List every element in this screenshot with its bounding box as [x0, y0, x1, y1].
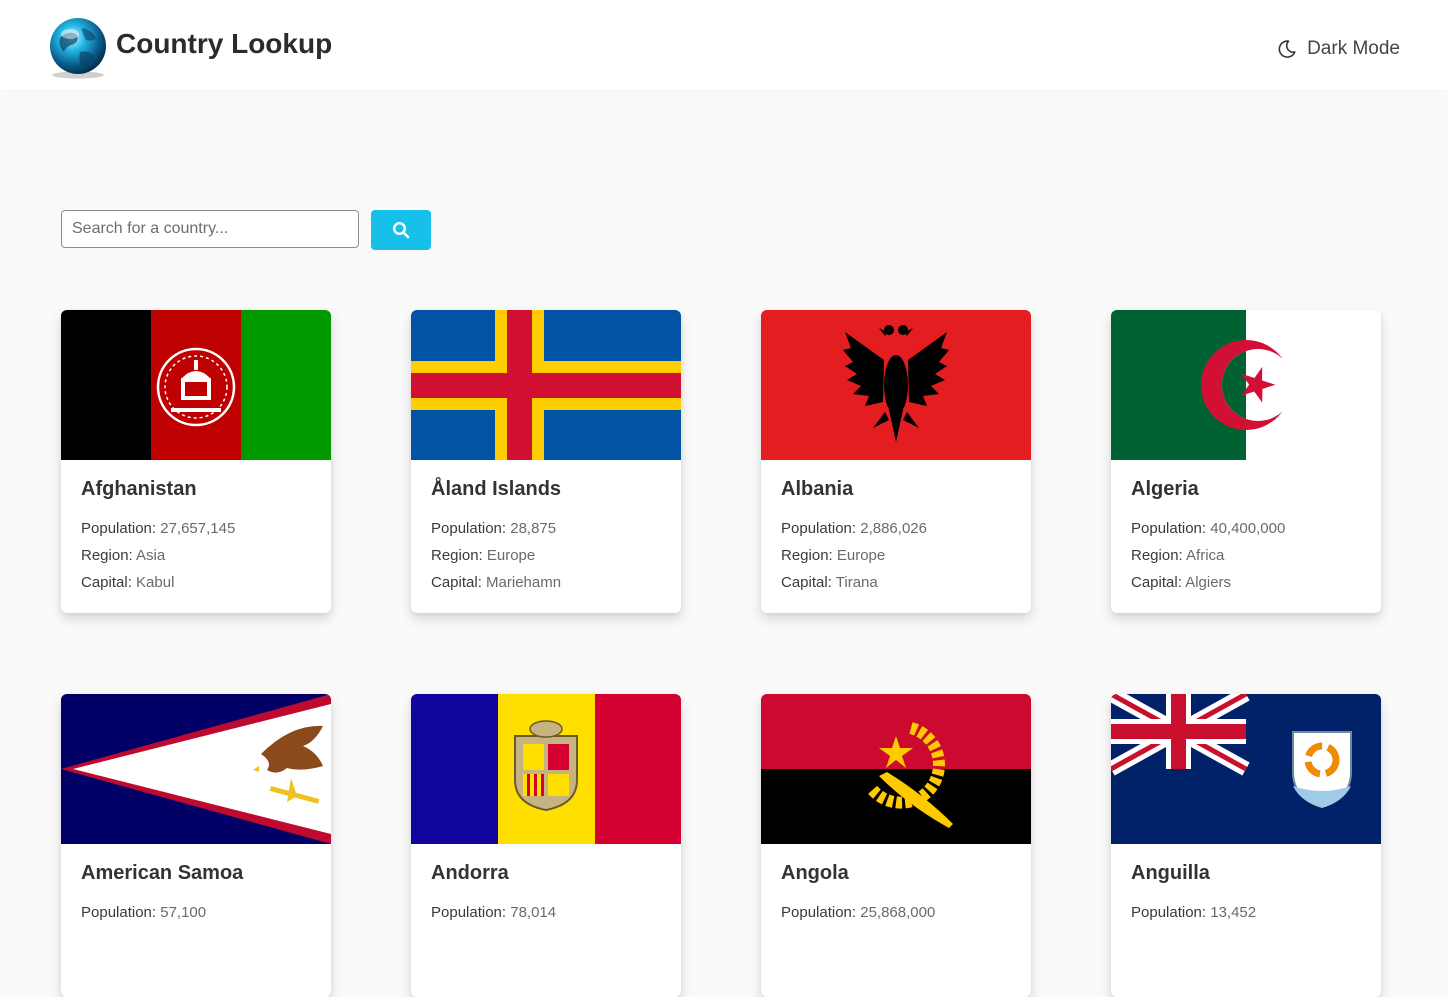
dark-mode-label: Dark Mode — [1307, 38, 1400, 59]
region-label: Region: — [431, 547, 483, 564]
capital-label: Capital: — [781, 574, 832, 591]
population-value: 78,014 — [510, 904, 557, 921]
population-label: Population: — [81, 520, 157, 537]
country-name: Afghanistan — [81, 478, 197, 500]
region-label: Region: — [81, 547, 133, 564]
population-label: Population: — [1131, 520, 1207, 537]
population-label: Population: — [81, 904, 157, 921]
population-label: Population: — [781, 904, 857, 921]
region-label: Region: — [781, 547, 833, 564]
region-value: Europe — [836, 547, 886, 564]
population-value: 13,452 — [1210, 904, 1257, 921]
population-row: Population: 25,868,000 — [781, 899, 1011, 926]
region-value: Europe — [486, 547, 536, 564]
population-value: 2,886,026 — [860, 520, 927, 537]
search-button[interactable] — [371, 210, 431, 250]
algeria-flag-image — [1111, 310, 1381, 460]
moon-icon — [1278, 40, 1296, 58]
dark-mode-toggle[interactable]: Dark Mode — [1277, 36, 1400, 62]
capital-label: Capital: — [1131, 574, 1182, 591]
andorra-flag-image — [411, 694, 681, 844]
capital-value: Kabul — [136, 574, 175, 591]
country-card-american-samoa[interactable]: American Samoa Population: 57,100 — [61, 694, 331, 997]
country-name: Anguilla — [1131, 862, 1210, 884]
capital-row: Capital: Algiers — [1131, 569, 1361, 596]
population-value: 57,100 — [160, 904, 207, 921]
capital-value: Mariehamn — [486, 574, 562, 591]
capital-label: Capital: — [81, 574, 132, 591]
population-value: 40,400,000 — [1210, 520, 1286, 537]
capital-value: Tirana — [835, 574, 878, 591]
capital-row: Capital: Kabul — [81, 569, 311, 596]
country-name: American Samoa — [81, 862, 244, 884]
region-row: Region: Asia — [81, 542, 311, 569]
region-row: Region: Europe — [431, 542, 661, 569]
albania-flag-image — [761, 310, 1031, 460]
search-icon — [392, 221, 410, 239]
population-row: Population: 27,657,145 — [81, 515, 311, 542]
population-label: Population: — [431, 904, 507, 921]
country-card-andorra[interactable]: Andorra Population: 78,014 — [411, 694, 681, 997]
region-label: Region: — [1131, 547, 1183, 564]
country-card-algeria[interactable]: Algeria Population: 40,400,000 Region: A… — [1111, 310, 1381, 613]
country-name: Albania — [781, 478, 854, 500]
angola-flag-image — [761, 694, 1031, 844]
population-value: 27,657,145 — [160, 520, 236, 537]
country-card-afghanistan[interactable]: Afghanistan Population: 27,657,145 Regio… — [61, 310, 331, 613]
population-label: Population: — [1131, 904, 1207, 921]
region-row: Region: Europe — [781, 542, 1011, 569]
capital-row: Capital: Mariehamn — [431, 569, 661, 596]
population-row: Population: 57,100 — [81, 899, 311, 926]
afghanistan-flag-image — [61, 310, 331, 460]
country-name: Åland Islands — [431, 478, 562, 500]
capital-row: Capital: Tirana — [781, 569, 1011, 596]
aland-islands-flag-image — [411, 310, 681, 460]
app-title: Country Lookup — [116, 28, 333, 59]
population-row: Population: 2,886,026 — [781, 515, 1011, 542]
header: Country Lookup Dark Mode — [0, 0, 1448, 90]
globe-logo-icon[interactable] — [46, 16, 110, 80]
region-value: Asia — [136, 547, 166, 564]
population-label: Population: — [781, 520, 857, 537]
country-card-anguilla[interactable]: Anguilla Population: 13,452 — [1111, 694, 1381, 997]
country-card-angola[interactable]: Angola Population: 25,868,000 — [761, 694, 1031, 997]
search-input[interactable] — [61, 210, 359, 248]
population-row: Population: 28,875 — [431, 515, 661, 542]
country-name: Angola — [781, 862, 849, 884]
capital-value: Algiers — [1185, 574, 1232, 591]
country-card-albania[interactable]: Albania Population: 2,886,026 Region: Eu… — [761, 310, 1031, 613]
region-value: Africa — [1186, 547, 1225, 564]
population-value: 28,875 — [510, 520, 557, 537]
anguilla-flag-image — [1111, 694, 1381, 844]
region-row: Region: Africa — [1131, 542, 1361, 569]
population-row: Population: 40,400,000 — [1131, 515, 1361, 542]
population-row: Population: 13,452 — [1131, 899, 1361, 926]
population-row: Population: 78,014 — [431, 899, 661, 926]
country-card-aland-islands[interactable]: Åland Islands Population: 28,875 Region:… — [411, 310, 681, 613]
population-label: Population: — [431, 520, 507, 537]
american-samoa-flag-image — [61, 694, 331, 844]
country-name: Andorra — [431, 862, 509, 884]
country-name: Algeria — [1131, 478, 1199, 500]
capital-label: Capital: — [431, 574, 482, 591]
population-value: 25,868,000 — [860, 904, 936, 921]
